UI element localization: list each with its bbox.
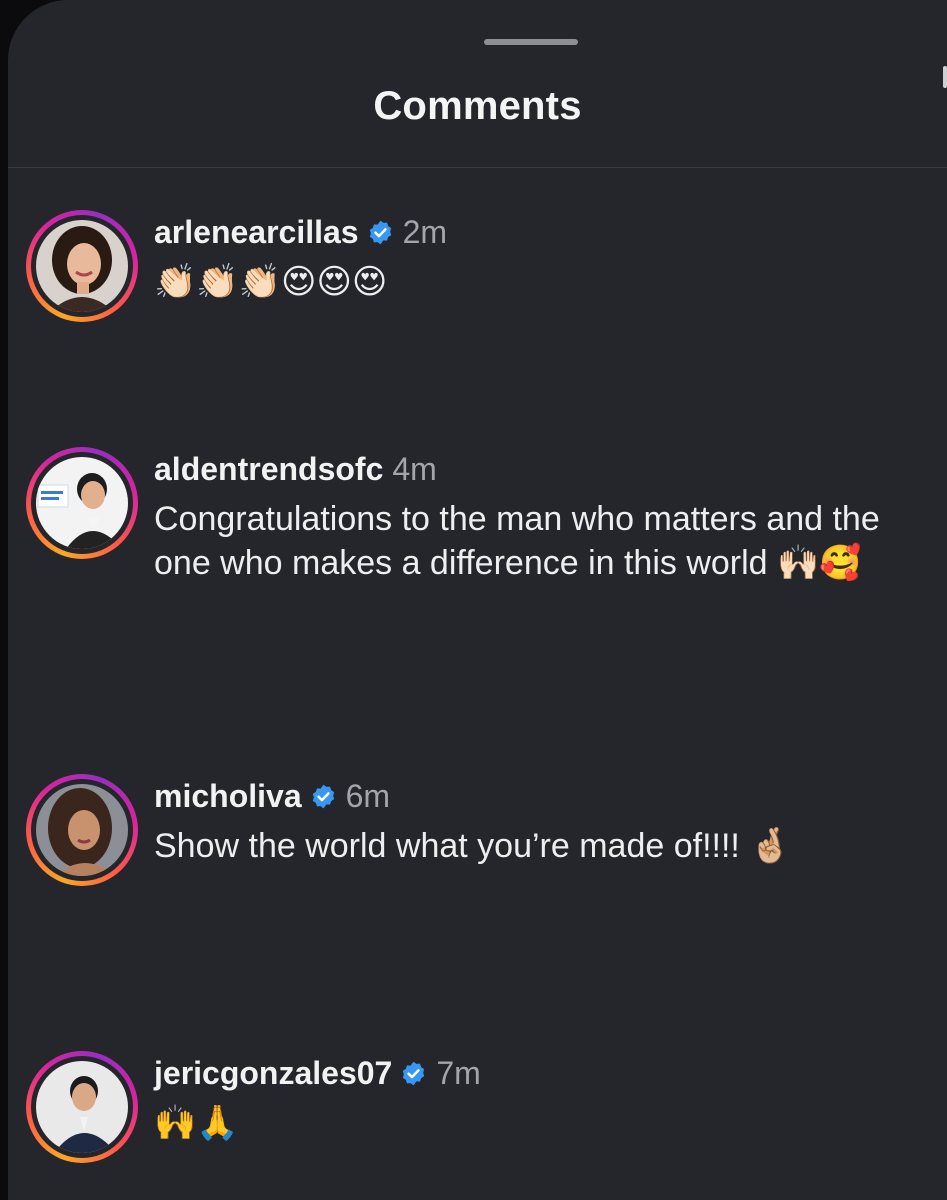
comments-sheet: Comments arlenearcillas 2m 👏🏻👏🏻👏🏻😍😍😍 ald… <box>8 0 947 1200</box>
avatar[interactable] <box>36 457 128 549</box>
comment-text: Show the world what you’re made of!!!! 🤞… <box>154 827 792 865</box>
story-ring[interactable] <box>26 210 138 322</box>
story-ring[interactable] <box>26 774 138 886</box>
comment-text: Congratulations to the man who matters a… <box>154 500 890 582</box>
comment-username[interactable]: arlenearcillas <box>154 214 359 251</box>
comment-timestamp: 4m <box>392 450 437 487</box>
avatar[interactable] <box>36 1061 128 1153</box>
comment-text: 🙌🙏 <box>154 1104 239 1142</box>
verified-badge-icon <box>369 220 391 244</box>
comment-timestamp: 6m <box>345 777 391 814</box>
verified-badge-icon <box>312 784 334 808</box>
story-ring[interactable] <box>26 447 138 559</box>
avatar[interactable] <box>36 784 128 876</box>
sheet-drag-handle[interactable] <box>484 39 578 45</box>
comment-username[interactable]: aldentrendsofc <box>154 451 383 488</box>
page-title: Comments <box>373 84 582 128</box>
comment-timestamp: 2m <box>402 213 448 250</box>
verified-badge-icon <box>403 1061 425 1085</box>
header-divider <box>8 167 947 168</box>
comment-username[interactable]: micholiva <box>154 778 302 815</box>
more-options-icon[interactable] <box>943 66 947 88</box>
story-ring[interactable] <box>26 1051 138 1163</box>
comment-timestamp: 7m <box>436 1054 481 1091</box>
comment-username[interactable]: jericgonzales07 <box>154 1055 392 1092</box>
avatar[interactable] <box>36 220 128 312</box>
comment-text: 👏🏻👏🏻👏🏻😍😍😍 <box>154 263 388 301</box>
